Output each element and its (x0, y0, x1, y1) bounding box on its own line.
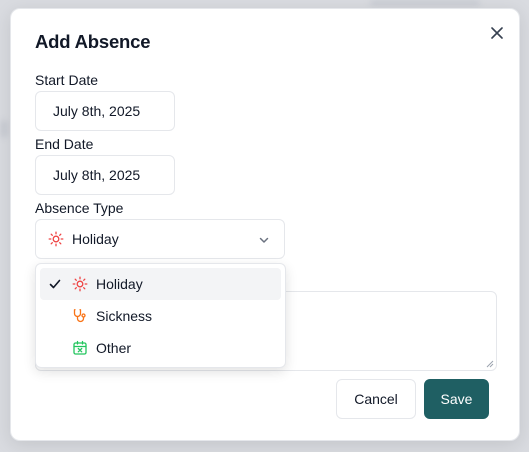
sun-icon (48, 231, 64, 247)
sun-icon (72, 276, 88, 292)
absence-type-label: Absence Type (35, 200, 124, 216)
end-date-value: July 8th, 2025 (53, 167, 141, 183)
option-label: Sickness (96, 308, 153, 324)
start-date-picker[interactable]: July 8th, 2025 (35, 91, 175, 131)
add-absence-dialog: Add Absence Start Date July 8th, 2025 En… (10, 8, 520, 441)
option-label: Other (96, 340, 132, 356)
chevron-down-icon (257, 233, 271, 247)
calendar-x-icon (72, 340, 88, 356)
absence-type-select[interactable]: Holiday (35, 219, 285, 259)
absence-type-value: Holiday (72, 231, 119, 247)
resize-handle-icon[interactable] (485, 359, 494, 368)
option-sickness[interactable]: Sickness (40, 300, 281, 332)
stethoscope-icon (72, 308, 88, 324)
check-icon (48, 277, 62, 291)
close-icon (491, 27, 503, 39)
end-date-label: End Date (35, 136, 94, 152)
absence-type-dropdown: Holiday Sickness Other (35, 263, 286, 368)
backdrop-shape (370, 0, 480, 6)
backdrop-shape (0, 120, 8, 138)
cancel-button[interactable]: Cancel (336, 379, 416, 419)
close-button[interactable] (487, 23, 507, 43)
dialog-title: Add Absence (35, 31, 151, 52)
start-date-value: July 8th, 2025 (53, 103, 141, 119)
end-date-picker[interactable]: July 8th, 2025 (35, 155, 175, 195)
option-holiday[interactable]: Holiday (40, 268, 281, 300)
start-date-label: Start Date (35, 72, 99, 88)
option-other[interactable]: Other (40, 332, 281, 364)
save-button[interactable]: Save (424, 379, 489, 419)
option-label: Holiday (96, 276, 143, 292)
